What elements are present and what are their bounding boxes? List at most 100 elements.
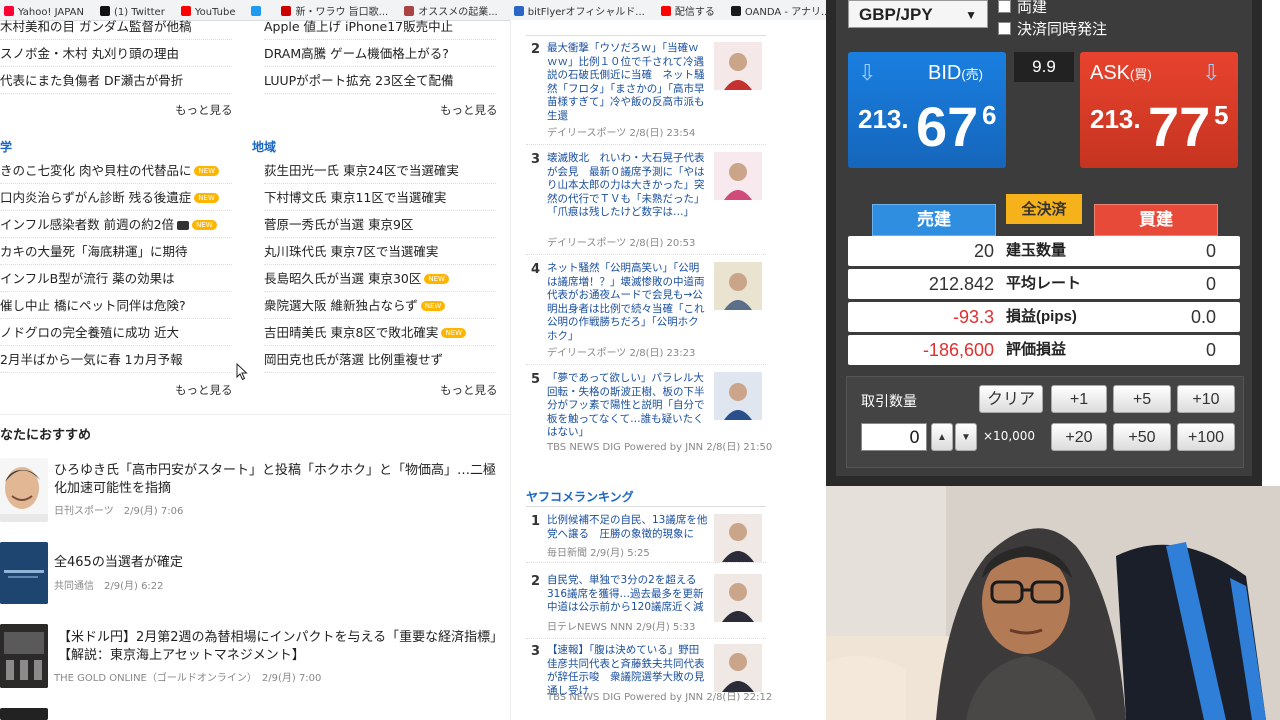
add-1-button[interactable]: +1 — [1051, 385, 1107, 413]
ranking-thumbnail[interactable] — [714, 372, 762, 420]
bid-price-fraction: 6 — [982, 100, 997, 130]
stat-label: 平均レート — [1006, 275, 1082, 292]
recommend-link[interactable]: ひろゆき氏「高市円安がスタート」と投稿「ホクホク」と「物価高」…二極化加速可能性… — [54, 462, 504, 498]
section-title-science[interactable]: 学 — [0, 138, 12, 155]
ranking-column: 2 最大衝撃「ウソだろｗ」「当確ｗｗｗ」比例１０位で千されて冷遇説の石破氏側近に当… — [510, 20, 827, 720]
divider — [0, 414, 510, 415]
quantity-up-button[interactable]: ▲ — [931, 423, 953, 451]
recommend-thumbnail[interactable] — [0, 458, 48, 522]
checkbox[interactable] — [998, 0, 1011, 13]
recommend-link[interactable]: 【米ドル円】2月第2週の為替相場にインパクトを与える「重要な経済指標」【解説：東… — [58, 629, 508, 665]
ranking-link[interactable]: 比例候補不足の自民、13議席を他党へ譲る 圧勝の象徴的現象に — [547, 514, 709, 541]
new-badge: NEW — [194, 166, 220, 176]
quantity-input[interactable]: 0 — [861, 423, 927, 451]
news-link[interactable]: LUUPがポート拡充 23区全て配備 — [264, 68, 496, 94]
ranking-separator — [526, 506, 766, 507]
stat-value-secondary: 0 — [1205, 340, 1216, 360]
ranking-thumbnail[interactable] — [714, 514, 762, 562]
news-link[interactable]: Apple 値上げ iPhone17販売中止 — [264, 14, 496, 40]
news-link[interactable]: 下村博文氏 東京11区で当選確実 — [264, 185, 496, 211]
ask-button[interactable]: ASK(買) ⇩ 213. 77 5 — [1080, 52, 1238, 168]
add-5-button[interactable]: +5 — [1113, 385, 1171, 413]
news-link[interactable]: インフル感染者数 前週の約2倍 NEW — [0, 212, 232, 238]
recommend-meta: THE GOLD ONLINE（ゴールドオンライン） 2/9(月) 7:00 — [54, 673, 322, 684]
news-link[interactable]: 丸川珠代氏 東京7区で当選確実 — [264, 239, 496, 265]
rank-number: 2 — [531, 42, 541, 57]
news-link[interactable]: インフルB型が流行 薬の効果は — [0, 266, 232, 292]
news-link[interactable]: カキの大量死「海底耕運」に期待 — [0, 239, 232, 265]
checkbox[interactable] — [998, 22, 1011, 35]
add-10-button[interactable]: +10 — [1177, 385, 1235, 413]
ranking-thumbnail[interactable] — [714, 152, 762, 200]
position-stat-row: -93.3 損益(pips) 0.0 — [848, 302, 1240, 332]
simultaneous-order-checkbox-row[interactable]: 決済同時発注 — [998, 18, 1107, 39]
section-title-local[interactable]: 地域 — [252, 138, 276, 155]
clear-button[interactable]: クリア — [979, 385, 1043, 413]
more-link-right-2[interactable]: もっと見る — [440, 382, 498, 398]
news-link[interactable]: 2月半ばから一気に春 1カ月予報 — [0, 347, 232, 373]
tab-buy-position[interactable]: 買建 — [1094, 204, 1218, 236]
recommend-thumbnail[interactable] — [0, 542, 48, 604]
recommend-thumbnail[interactable] — [0, 708, 48, 720]
news-link[interactable]: 吉田晴美氏 東京8区で敗北確実 NEW — [264, 320, 496, 346]
hedge-checkbox-row[interactable]: 両建 — [998, 0, 1047, 17]
ranking-link[interactable]: 最大衝撃「ウソだろｗ」「当確ｗｗｗ」比例１０位で千されて冷遇説の石破氏側近に当確… — [547, 42, 709, 123]
quantity-label: 取引数量 — [861, 394, 917, 410]
tab-sell-position[interactable]: 売建 — [872, 204, 996, 236]
ask-price-pips: 77 — [1148, 95, 1211, 158]
stat-label: 建玉数量 — [1006, 242, 1067, 259]
ranking-link[interactable]: ネット騒然「公明高笑い」「公明は議席増！？」壊滅惨敗の中道両代表がお通夜ムードで… — [547, 262, 709, 343]
ranking-link[interactable]: 壊滅敗北 れいわ・大石晃子代表が会見 最新０議席予測に「やはり山本太郎の力は大き… — [547, 152, 709, 220]
webcam-overlay — [826, 486, 1280, 720]
news-link[interactable]: 代表にまた負傷者 DF瀬古が骨折 — [0, 68, 232, 94]
news-link[interactable]: 長島昭久氏が当選 東京30区 NEW — [264, 266, 496, 292]
add-100-button[interactable]: +100 — [1177, 423, 1235, 451]
position-stat-row: 20 建玉数量 0 — [848, 236, 1240, 266]
ranking-thumbnail[interactable] — [714, 42, 762, 90]
bookmark-icon — [513, 6, 524, 16]
quantity-down-button[interactable]: ▼ — [955, 423, 977, 451]
news-link[interactable]: DRAM高騰 ゲーム機価格上がる? — [264, 41, 496, 67]
yahoo-ranking-title[interactable]: ヤフコメランキング — [526, 488, 634, 505]
stat-value-total: -93.3 — [952, 307, 994, 327]
ranking-thumbnail[interactable] — [714, 574, 762, 622]
currency-pair-select[interactable]: GBP/JPY ▼ — [848, 0, 988, 28]
more-link-left[interactable]: もっと見る — [175, 102, 233, 118]
bid-button[interactable]: ⇩ BID(売) 213. 67 6 — [848, 52, 1006, 168]
ask-label: ASK(買) — [1090, 62, 1152, 84]
bookmark-item[interactable]: 配信する — [660, 3, 715, 20]
ranking-link[interactable]: 自民党、単独で3分の2を超える316議席を獲得…過去最多を更新 中道は公示前から… — [547, 574, 714, 615]
news-link[interactable]: スノボ金・木村 丸刈り頭の理由 — [0, 41, 232, 67]
recommend-meta: 共同通信 2/9(月) 6:22 — [54, 581, 164, 592]
chevron-down-icon: ▼ — [965, 8, 977, 22]
recommend-link[interactable]: 全465の当選者が確定 — [54, 554, 504, 572]
ask-price-big: 213. — [1090, 104, 1141, 134]
news-link[interactable]: 荻生田光一氏 東京24区で当選確実 — [264, 158, 496, 184]
ranking-thumbnail[interactable] — [714, 262, 762, 310]
add-50-button[interactable]: +50 — [1113, 423, 1171, 451]
bookmark-item[interactable]: bitFlyerオフィシャルド... — [513, 3, 645, 20]
more-link-left-2[interactable]: もっと見る — [175, 382, 233, 398]
ranking-meta: TBS NEWS DIG Powered by JNN 2/8(日) 21:50 — [547, 442, 773, 453]
more-link-right[interactable]: もっと見る — [440, 102, 498, 118]
news-link[interactable]: ノドグロの完全養殖に成功 近大 — [0, 320, 232, 346]
news-link[interactable]: 岡田克也氏が落選 比例重複せず — [264, 347, 496, 373]
news-link[interactable]: きのこ七変化 肉や貝柱の代替品に NEW — [0, 158, 232, 184]
close-all-button[interactable]: 全決済 — [1006, 194, 1082, 224]
rank-number: 3 — [531, 644, 541, 659]
ranking-separator — [526, 562, 766, 563]
news-link[interactable]: 衆院選大阪 維新独占ならず NEW — [264, 293, 496, 319]
news-link[interactable]: 菅原一秀氏が当選 東京9区 — [264, 212, 496, 238]
position-stat-row: 212.842 平均レート 0 — [848, 269, 1240, 299]
add-20-button[interactable]: +20 — [1051, 423, 1107, 451]
ranking-thumbnail[interactable] — [714, 644, 762, 692]
recommend-thumbnail[interactable] — [0, 624, 48, 688]
ranking-meta: デイリースポーツ 2/8(日) 23:54 — [547, 128, 696, 139]
ranking-link[interactable]: 「夢であって欲しい」パラレル大回転・失格の斯波正樹、板の下半分がフッ素で陽性と説… — [547, 372, 709, 440]
news-link[interactable]: 催し中止 橋にペット同伴は危険? — [0, 293, 232, 319]
rank-number: 4 — [531, 262, 541, 277]
bookmark-item[interactable]: OANDA - アナリ... — [730, 3, 826, 20]
news-link[interactable]: 木村美和の目 ガンダム監督が他稿 — [0, 14, 232, 40]
bookmark-icon — [730, 6, 741, 16]
news-link[interactable]: 口内炎治らずがん診断 残る後遺症 NEW — [0, 185, 232, 211]
